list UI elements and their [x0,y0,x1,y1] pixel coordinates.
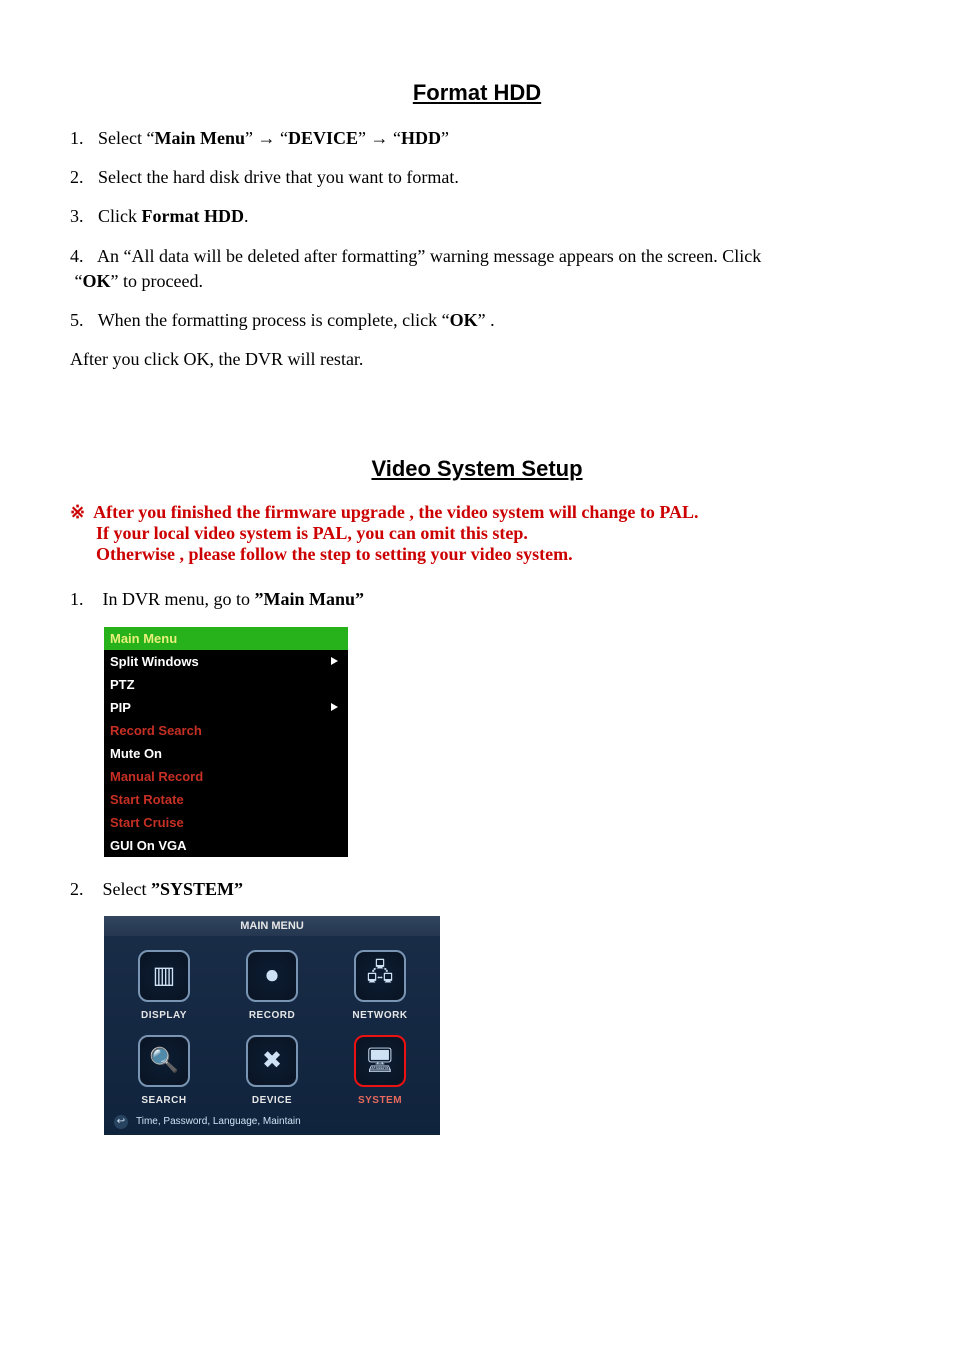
warn-line: After you finished the firmware upgrade … [93,502,698,522]
menu-item[interactable]: PTZ [104,673,348,696]
video-system-setup-title: Video System Setup [70,456,884,482]
step-1: 1. Select “Main Menu” → “DEVICE” → “HDD” [70,126,884,151]
menu-item[interactable]: GUI On VGA [104,834,348,857]
warn-line: If your local video system is PAL, you c… [96,523,884,544]
step-number: 1. [70,589,84,609]
menu-item-label: PIP [110,700,131,715]
display-icon: ▥ [138,950,190,1002]
step-2: 2. Select the hard disk drive that you w… [70,165,884,190]
step-text-fragment: ” → “ [358,128,401,148]
step-2-s2: 2. Select ”SYSTEM” [70,877,884,902]
step-5: 5. When the formatting process is comple… [70,308,884,333]
tile-search[interactable]: 🔍 SEARCH [112,1035,216,1106]
tile-device[interactable]: ✖ DEVICE [220,1035,324,1106]
tile-label: DEVICE [252,1095,292,1106]
step-text-fragment: ” to proceed. [111,271,203,291]
step-number: 1. [70,128,84,148]
step-text-fragment: ” → “ [245,128,288,148]
menu-item-label: Mute On [110,746,162,761]
tile-label: DISPLAY [141,1010,187,1021]
bold-main-manu: ”Main Manu” [255,589,365,609]
step-text-fragment: In DVR menu, go to [103,589,255,609]
step-1-s2: 1. In DVR menu, go to ”Main Manu” [70,587,884,612]
step-text-fragment: ” . [478,310,495,330]
menu-item[interactable]: Split Windows [104,650,348,673]
menu-item-label: Start Cruise [110,815,184,830]
tile-title: MAIN MENU [104,916,440,936]
step-text-fragment: Select “ [98,128,154,148]
menu-item[interactable]: Manual Record [104,765,348,788]
step-3: 3. Click Format HDD. [70,204,884,229]
search-icon: 🔍 [138,1035,190,1087]
step-number: 4. [70,246,84,266]
step-text: Select the hard disk drive that you want… [98,167,459,187]
step-text-fragment: . [244,206,249,226]
step-text-fragment: Select [103,879,151,899]
step-4: 4. An “All data will be deleted after fo… [70,244,884,294]
tile-label: NETWORK [352,1010,407,1021]
submenu-arrow-icon [331,657,338,665]
menu-item-label: Start Rotate [110,792,184,807]
step-text-fragment: When the formatting process is complete,… [98,310,450,330]
tile-label: RECORD [249,1010,295,1021]
tile-record[interactable]: ⏺ RECORD [220,950,324,1021]
record-icon: ⏺ [246,950,298,1002]
bold-ok: OK [450,310,478,330]
tile-label: SYSTEM [358,1095,402,1106]
step-number: 2. [70,879,84,899]
menu-item[interactable]: Start Cruise [104,811,348,834]
bold-hdd: HDD [401,128,441,148]
dvr-main-menu-screenshot: Main Menu Split Windows PTZ PIP Record Sear… [104,627,348,857]
bold-device: DEVICE [288,128,358,148]
step-text-fragment: “ [75,271,83,291]
main-menu-tile-screenshot: MAIN MENU ▥ DISPLAY ⏺ RECORD 🖧 NETWORK 🔍 SEARCH… [104,916,440,1135]
tile-system[interactable]: 🖥 SYSTEM [328,1035,432,1106]
menu-header[interactable]: Main Menu [104,627,348,650]
menu-item-label: GUI On VGA [110,838,187,853]
back-icon[interactable]: ↩ [114,1115,128,1129]
footer-text: Time, Password, Language, Maintain [136,1116,301,1127]
menu-item[interactable]: Mute On [104,742,348,765]
step-number: 5. [70,310,84,330]
bold-ok: OK [83,271,111,291]
step-text-fragment: An “All data will be deleted after forma… [97,246,761,266]
menu-item[interactable]: Start Rotate [104,788,348,811]
warn-line: Otherwise , please follow the step to se… [96,544,884,565]
format-hdd-title: Format HDD [70,80,884,106]
step-text-fragment: Click [98,206,142,226]
step-text-fragment: ” [441,128,449,148]
tile-display[interactable]: ▥ DISPLAY [112,950,216,1021]
tile-network[interactable]: 🖧 NETWORK [328,950,432,1021]
submenu-arrow-icon [331,703,338,711]
menu-item-label: Split Windows [110,654,199,669]
bold-system: ”SYSTEM” [151,879,243,899]
menu-item[interactable]: Record Search [104,719,348,742]
tile-footer: ↩ Time, Password, Language, Maintain [104,1112,440,1135]
after-text: After you click OK, the DVR will restar. [70,347,884,372]
network-icon: 🖧 [354,950,406,1002]
menu-item-label: Manual Record [110,769,203,784]
step-number: 2. [70,167,84,187]
menu-item-label: PTZ [110,677,135,692]
bold-format-hdd: Format HDD [142,206,244,226]
bold-main-menu: Main Menu [154,128,245,148]
menu-item-label: Record Search [110,723,202,738]
device-icon: ✖ [246,1035,298,1087]
tile-label: SEARCH [141,1095,186,1106]
system-icon: 🖥 [354,1035,406,1087]
warning-note: ※ After you finished the firmware upgrade… [70,502,884,565]
menu-item[interactable]: PIP [104,696,348,719]
step-number: 3. [70,206,84,226]
reference-mark-icon: ※ [70,502,85,522]
